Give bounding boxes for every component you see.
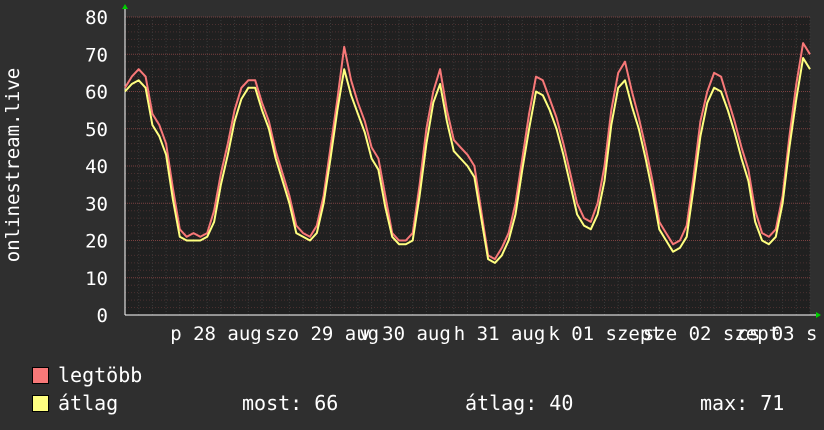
legend-swatch-avg bbox=[32, 395, 49, 412]
y-axis-arrow bbox=[122, 4, 128, 9]
y-tick-label: 70 bbox=[85, 44, 108, 66]
y-tick-label: 60 bbox=[85, 82, 108, 104]
y-axis-label: onlinestream.live bbox=[2, 68, 24, 262]
x-tick-label: v 30 aug bbox=[359, 323, 451, 345]
stat-now: most: 66 bbox=[242, 391, 339, 415]
y-tick-label: 10 bbox=[85, 268, 108, 290]
stat-max: max: 71 bbox=[700, 391, 785, 415]
stat-avg: átlag: 40 bbox=[465, 391, 574, 415]
y-axis-ticks: 0 10 20 30 40 50 60 70 80 bbox=[85, 7, 108, 327]
legend-row-max: legtöbb bbox=[0, 361, 824, 389]
y-tick-label: 40 bbox=[85, 156, 108, 178]
legend-swatch-max bbox=[32, 367, 49, 384]
x-tick-label: h 31 aug bbox=[454, 323, 546, 345]
legend-row-avg: átlag most: 66 átlag: 40 max: 71 bbox=[0, 389, 824, 417]
y-tick-label: 20 bbox=[85, 231, 108, 253]
x-axis-arrow bbox=[816, 312, 821, 318]
x-axis-ticks: p 28 aug szo 29 augv 30 aug h 31 aug k 01 s… bbox=[170, 323, 817, 345]
y-tick-label: 30 bbox=[85, 193, 108, 215]
x-tick-label: cs 03 s bbox=[737, 323, 817, 345]
legend-label-max: legtöbb bbox=[58, 363, 143, 387]
y-tick-label: 50 bbox=[85, 119, 108, 141]
x-tick-label: p 28 aug bbox=[170, 323, 262, 345]
y-tick-label: 80 bbox=[85, 7, 108, 29]
line-chart: 0 10 20 30 40 50 60 70 80 p 28 aug szo 29 augv 30… bbox=[2, 4, 821, 345]
y-tick-label: 0 bbox=[97, 305, 108, 327]
legend-label-avg: átlag bbox=[58, 391, 119, 415]
